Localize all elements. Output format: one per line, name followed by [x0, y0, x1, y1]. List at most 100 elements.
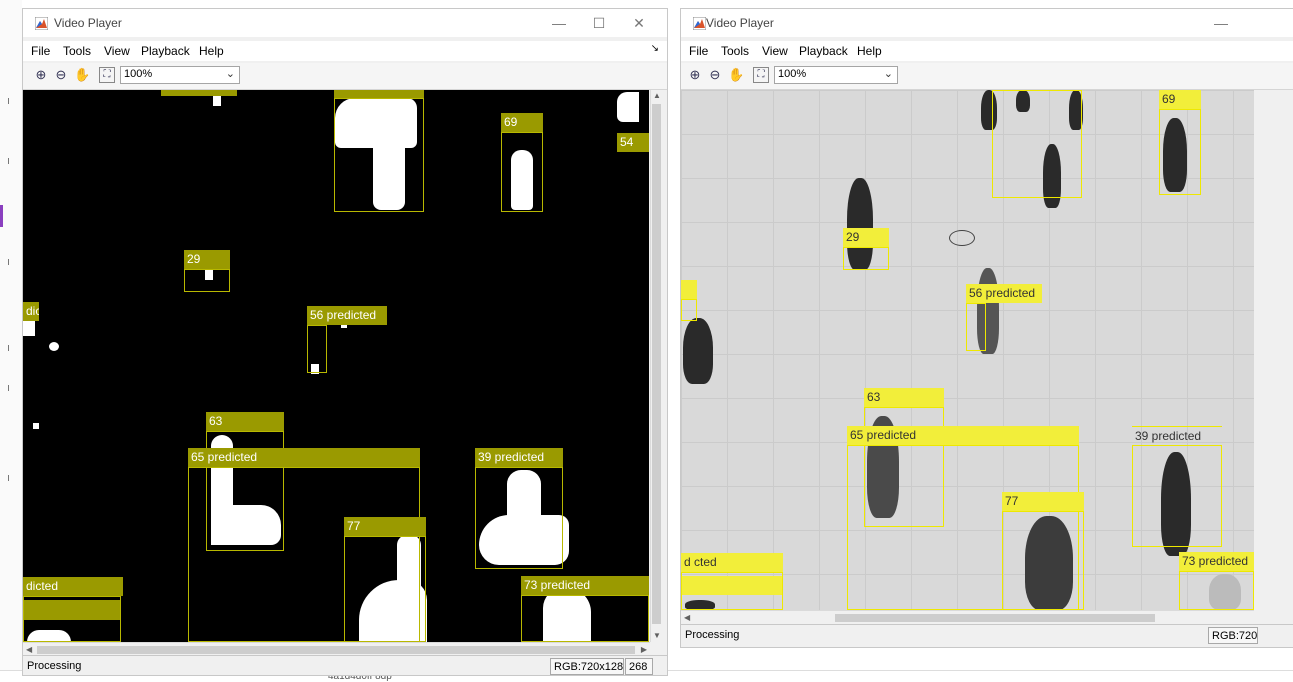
track-label: dicted [23, 302, 39, 321]
track-label: 77 [1002, 492, 1084, 511]
menu-view[interactable]: View [762, 44, 788, 58]
track-box [475, 467, 563, 569]
zoom-select[interactable]: 100% ⌄ [120, 66, 240, 84]
minimize-icon[interactable]: — [1201, 13, 1241, 33]
right-video-player-window[interactable]: Video Player — File Tools View Playback … [680, 8, 1293, 648]
left-toolbar: ⊕ ⊖ ✋ ⛶ 100% ⌄ [23, 63, 667, 90]
mask-blob [617, 92, 639, 122]
menu-view[interactable]: View [104, 44, 130, 58]
track-box [1002, 511, 1084, 610]
color-info: RGB:720x [1208, 627, 1258, 644]
fit-to-window-icon[interactable]: ⛶ [99, 67, 115, 83]
track-label: 63 [206, 412, 284, 431]
zoom-in-icon[interactable]: ⊕ [33, 67, 49, 83]
left-video-player-window[interactable]: Video Player — ☐ ✕ File Tools View Playb… [22, 8, 668, 676]
track-box [184, 269, 230, 292]
track-label: 69 [1159, 90, 1201, 109]
background-mark [8, 385, 15, 391]
left-statusbar: Processing RGB:720x1280 268 [23, 655, 667, 675]
track-label: 73 predicted [1179, 552, 1254, 571]
right-video-frame[interactable]: 69 29 56 predicted 63 65 predicted 39 pr… [681, 90, 1254, 610]
background-mark [8, 345, 15, 351]
menu-playback[interactable]: Playback [799, 44, 848, 58]
track-label: d cted [681, 553, 783, 572]
track-box [307, 325, 327, 373]
background-accent [0, 205, 3, 227]
track-label: 39 predicted [475, 448, 563, 467]
menu-tools[interactable]: Tools [721, 44, 749, 58]
track-box [1132, 445, 1222, 547]
fit-to-window-icon[interactable]: ⛶ [753, 67, 769, 83]
track-label: 73 predicted [521, 576, 649, 595]
track-label: 65 predicted [847, 426, 1079, 445]
scroll-left-arrow-icon[interactable]: ◀ [684, 613, 690, 622]
scroll-left-arrow-icon[interactable]: ◀ [26, 645, 32, 654]
scroll-down-arrow-icon[interactable]: ▼ [653, 631, 661, 640]
right-statusbar: Processing RGB:720x [681, 624, 1293, 647]
track-box [334, 98, 424, 212]
background-mark [8, 98, 15, 104]
zoom-out-icon[interactable]: ⊖ [707, 67, 723, 83]
menu-tools[interactable]: Tools [63, 44, 91, 58]
status-text: Processing [685, 629, 740, 641]
track-label: 39 predicted [1132, 426, 1222, 445]
menu-help[interactable]: Help [857, 44, 882, 58]
menu-help[interactable]: Help [199, 44, 224, 58]
right-menubar: File Tools View Playback Help [681, 41, 1293, 61]
right-titlebar[interactable]: Video Player — [681, 9, 1293, 37]
track-box [1159, 109, 1201, 195]
track-box [1179, 571, 1254, 610]
track-box [992, 90, 1082, 198]
right-toolbar: ⊕ ⊖ ✋ ⛶ 100% ⌄ [681, 63, 1293, 90]
menu-file[interactable]: File [31, 44, 50, 58]
desktop-background [0, 0, 22, 680]
track-label: 54 [617, 133, 649, 152]
minimize-icon[interactable]: — [539, 13, 579, 33]
pan-hand-icon[interactable]: ✋ [728, 67, 744, 83]
status-text: Processing [27, 660, 82, 672]
track-label [681, 280, 697, 299]
left-titlebar[interactable]: Video Player — ☐ ✕ [23, 9, 667, 37]
scrollbar-thumb[interactable] [652, 104, 661, 624]
matlab-icon [35, 17, 48, 30]
track-label: 56 predicted [966, 284, 1042, 303]
zoom-value: 100% [778, 68, 807, 80]
zoom-out-icon[interactable]: ⊖ [53, 67, 69, 83]
chevron-down-icon: ⌄ [225, 68, 235, 80]
color-info: RGB:720x1280 [550, 658, 624, 675]
scrollbar-thumb[interactable] [835, 614, 1155, 622]
scroll-up-arrow-icon[interactable]: ▲ [653, 91, 661, 100]
zoom-in-icon[interactable]: ⊕ [687, 67, 703, 83]
pan-hand-icon[interactable]: ✋ [74, 67, 90, 83]
track-box [681, 299, 697, 321]
menu-playback[interactable]: Playback [141, 44, 190, 58]
chevron-down-icon: ⌄ [883, 68, 893, 80]
left-video-frame-mask[interactable]: 69 54 29 dicted 56 predicted 63 65 predi… [23, 90, 649, 642]
track-box [843, 247, 889, 270]
zoom-value: 100% [124, 68, 153, 80]
zoom-select[interactable]: 100% ⌄ [774, 66, 898, 84]
frame-number: 268 [625, 658, 653, 675]
track-box [344, 536, 426, 642]
track-label: 63 [864, 388, 944, 407]
floor-marker [949, 230, 975, 246]
horizontal-scrollbar[interactable]: ◀ [681, 610, 1254, 625]
vertical-scrollbar[interactable]: ▲ ▼ [650, 90, 662, 642]
track-label: dicted [23, 577, 123, 596]
scroll-right-arrow-icon[interactable]: ▶ [641, 645, 647, 654]
track-label [161, 90, 237, 96]
close-icon[interactable]: ✕ [619, 13, 659, 33]
left-menubar: File Tools View Playback Help ↘ [23, 41, 667, 61]
mask-blob [33, 423, 39, 429]
maximize-icon[interactable]: ☐ [579, 13, 619, 33]
pedestrian [683, 318, 713, 384]
track-label: 69 [501, 113, 543, 132]
track-label: 29 [843, 228, 889, 247]
track-box [501, 132, 543, 212]
menu-dock-arrow-icon[interactable]: ↘ [651, 43, 659, 54]
mask-blob [49, 342, 59, 351]
track-label: 29 [184, 250, 230, 269]
menu-file[interactable]: File [689, 44, 708, 58]
scrollbar-thumb[interactable] [37, 646, 635, 654]
track-box [23, 596, 121, 642]
